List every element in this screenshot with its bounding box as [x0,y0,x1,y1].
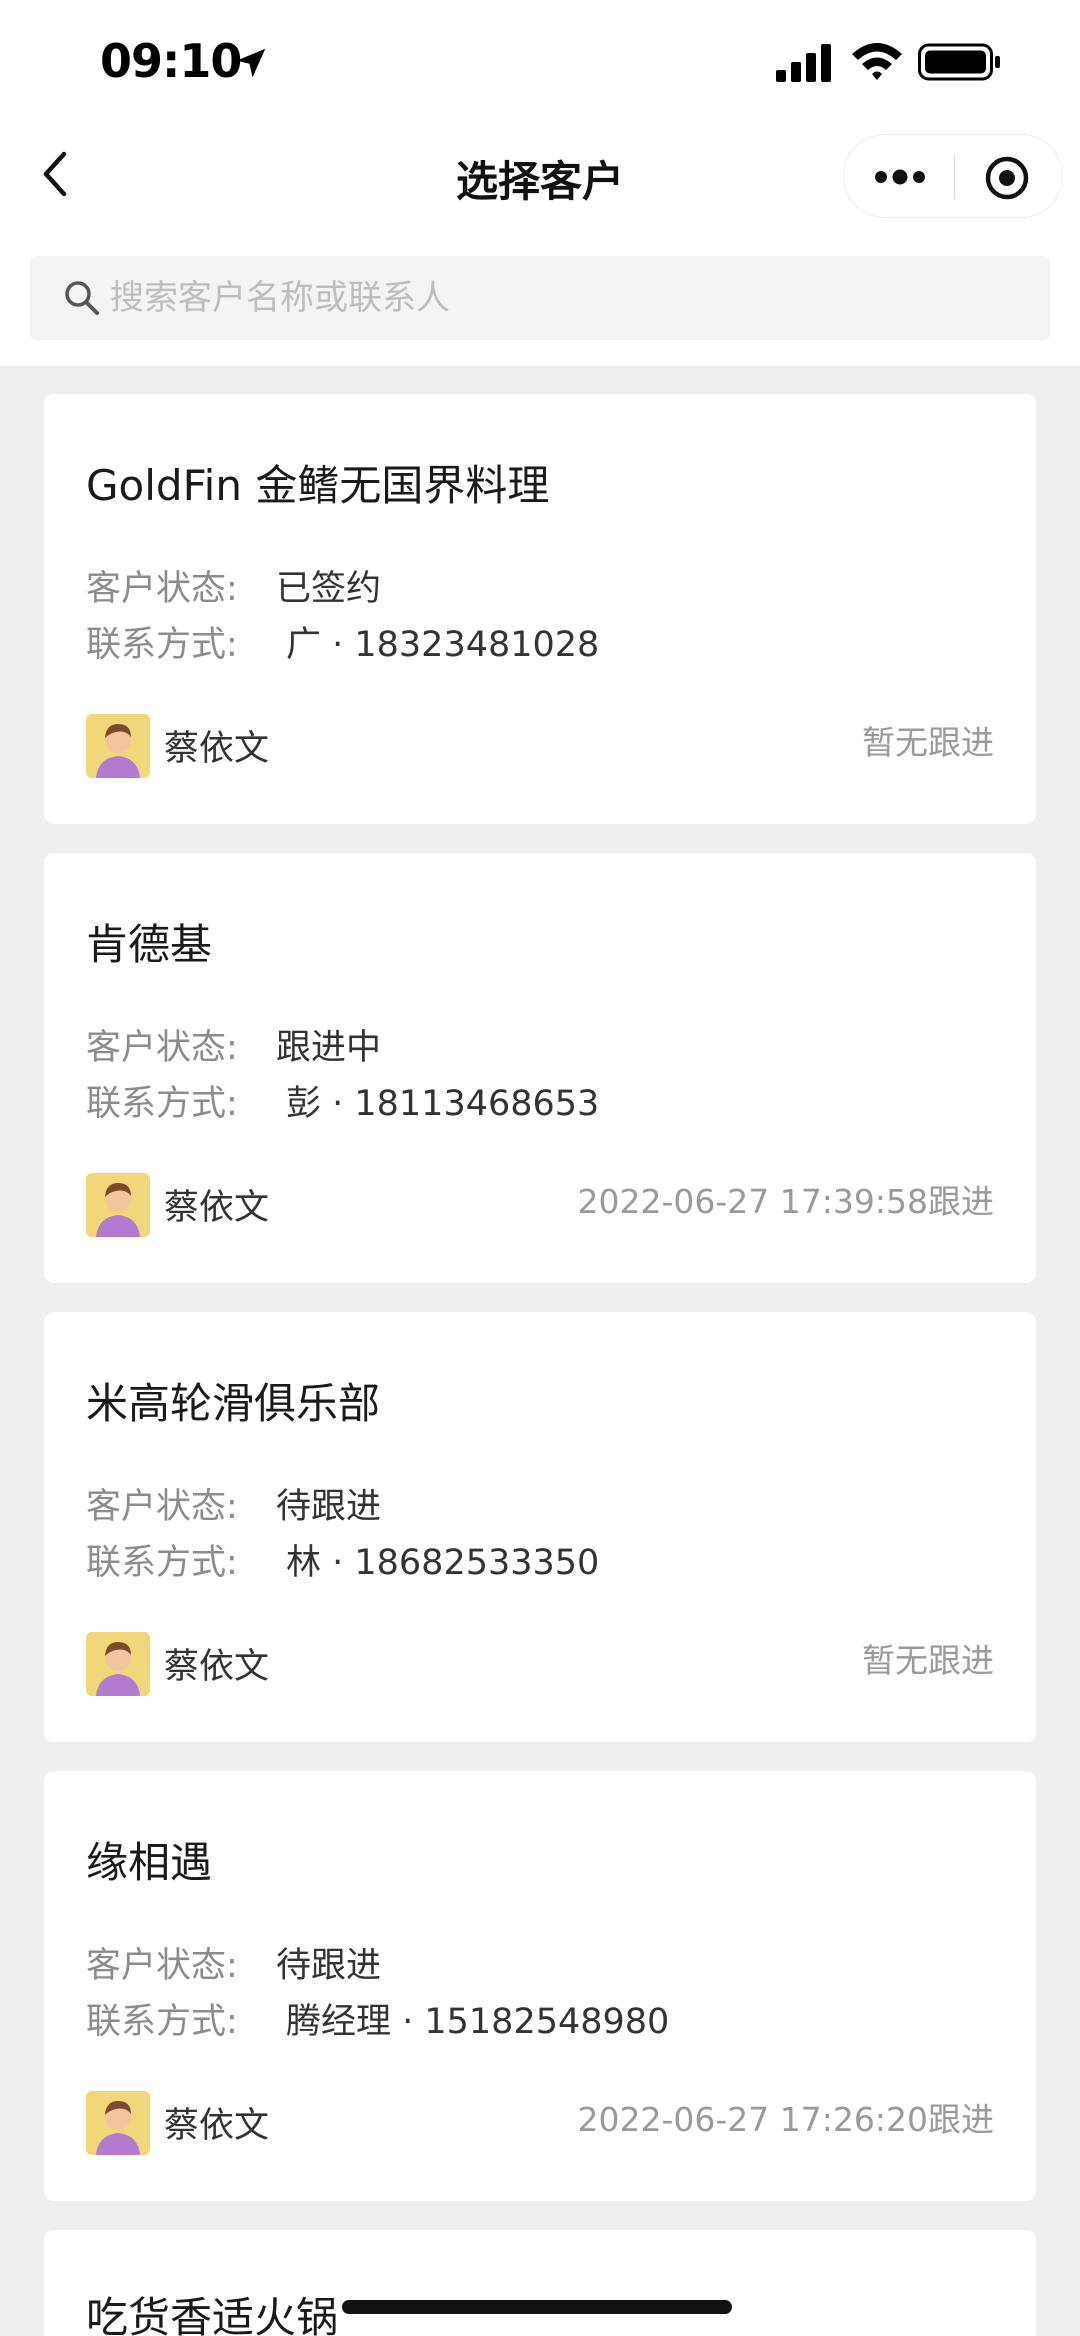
miniprogram-capsule [843,134,1063,218]
status-label: 客户状态: [86,1487,238,1527]
customer-card[interactable]: 米高轮滑俱乐部 客户状态: 待跟进 联系方式: 林 · 18682533350 … [44,1312,1036,1742]
customer-card[interactable]: 肯德基 客户状态: 跟进中 联系方式: 彭 · 18113468653 蔡依文 … [44,853,1036,1283]
owner-name: 蔡依文 [164,2106,270,2146]
contact-label: 联系方式: [86,1084,238,1124]
capsule-divider [954,155,955,199]
status-label: 客户状态: [86,1946,238,1986]
cellular-signal-icon [776,44,831,82]
status-value: 已签约 [276,569,382,609]
customer-name: 米高轮滑俱乐部 [86,1379,381,1428]
contact-value: 林 · 18682533350 [286,1543,600,1583]
avatar [86,2091,150,2155]
status-value: 待跟进 [276,1487,382,1527]
search-icon [65,281,99,315]
owner-name: 蔡依文 [164,1188,270,1228]
customer-name: 肯德基 [86,920,213,969]
customer-name: 缘相遇 [86,1838,213,1887]
customer-card[interactable]: 缘相遇 客户状态: 待跟进 联系方式: 腾经理 · 15182548980 蔡依… [44,1771,1036,2201]
contact-value: 腾经理 · 15182548980 [286,2002,670,2042]
avatar [86,1173,150,1237]
contact-label: 联系方式: [86,2002,238,2042]
followup-status: 暂无跟进 [862,1641,994,1680]
search-input[interactable] [110,256,1010,340]
home-indicator [342,2300,732,2314]
followup-status: 2022-06-27 17:26:20跟进 [577,2100,994,2139]
wifi-icon [852,43,902,80]
avatar [86,714,150,778]
owner-name: 蔡依文 [164,1647,270,1687]
status-time: 09:10 [100,34,242,88]
status-label: 客户状态: [86,1028,238,1068]
status-value: 待跟进 [276,1946,382,1986]
location-arrow-icon [236,48,266,78]
close-target-icon[interactable] [984,155,1030,201]
customer-card[interactable]: GoldFin 金鳍无国界料理 客户状态: 已签约 联系方式: 广 · 1832… [44,394,1036,824]
owner-name: 蔡依文 [164,729,270,769]
contact-label: 联系方式: [86,1543,238,1583]
contact-value: 彭 · 18113468653 [286,1084,600,1124]
avatar [86,1632,150,1696]
search-bar[interactable] [30,256,1050,340]
customer-name: 吃货香适火锅 [86,2293,339,2336]
followup-status: 2022-06-27 17:39:58跟进 [577,1182,994,1221]
more-dots-icon[interactable] [872,157,928,197]
contact-label: 联系方式: [86,625,238,665]
customer-card[interactable]: 吃货香适火锅 [44,2230,1036,2336]
status-value: 跟进中 [276,1028,382,1068]
status-label: 客户状态: [86,569,238,609]
customer-name: GoldFin 金鳍无国界料理 [86,461,550,510]
header-area: 09:10 选择客户 [0,0,1080,366]
followup-status: 暂无跟进 [862,723,994,762]
contact-value: 广 · 18323481028 [286,625,600,665]
battery-icon [918,43,1000,81]
